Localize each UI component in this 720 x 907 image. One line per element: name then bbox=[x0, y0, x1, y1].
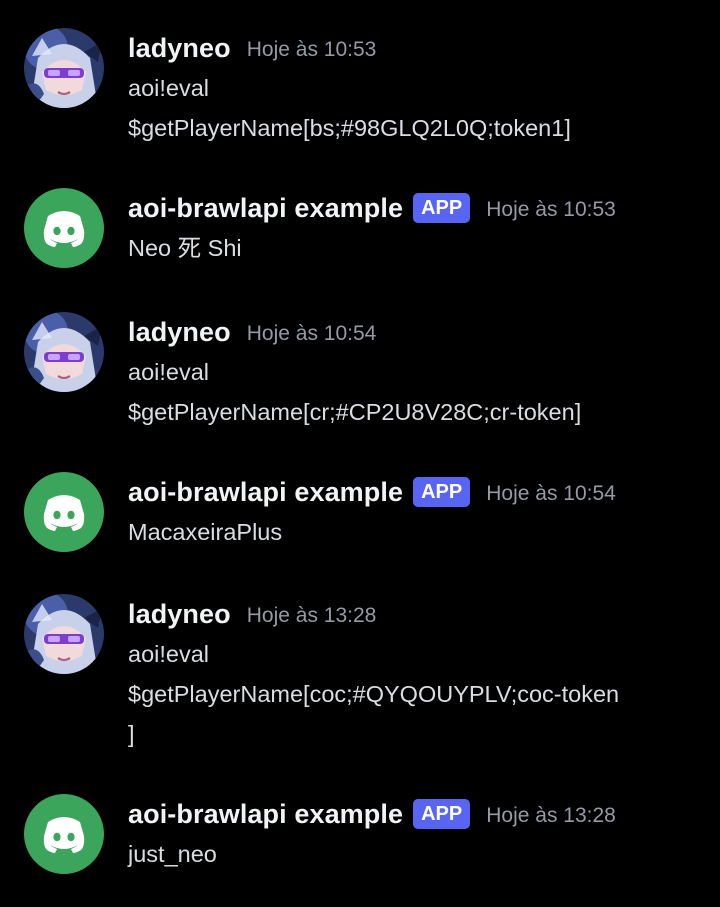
username[interactable]: ladyneo bbox=[128, 317, 231, 348]
message-content: aoi-brawlapi example APP Hoje às 13:28 j… bbox=[128, 794, 712, 874]
message-content: ladyneo Hoje às 10:54 aoi!eval $getPlaye… bbox=[128, 312, 712, 432]
user-avatar[interactable] bbox=[24, 312, 104, 392]
username[interactable]: ladyneo bbox=[128, 599, 231, 630]
app-avatar[interactable] bbox=[24, 472, 104, 552]
timestamp[interactable]: Hoje às 13:28 bbox=[247, 601, 377, 628]
username[interactable]: aoi-brawlapi example bbox=[128, 477, 403, 508]
message-line: $getPlayerName[cr;#CP2U8V28C;cr-token] bbox=[128, 399, 582, 425]
app-badge: APP bbox=[413, 193, 471, 223]
discord-logo-icon bbox=[43, 817, 85, 853]
user-avatar[interactable] bbox=[24, 594, 104, 674]
message-header: ladyneo Hoje às 10:54 bbox=[128, 312, 712, 352]
timestamp[interactable]: Hoje às 10:54 bbox=[486, 479, 616, 506]
message-header: aoi-brawlapi example APP Hoje às 13:28 bbox=[128, 794, 712, 834]
message-line: $getPlayerName[coc;#QYQOUYPLV;coc-token bbox=[128, 681, 620, 707]
message-line: ] bbox=[128, 721, 135, 747]
app-badge: APP bbox=[413, 799, 471, 829]
message-line: just_neo bbox=[128, 841, 217, 867]
message-line: aoi!eval bbox=[128, 641, 209, 667]
message-line: aoi!eval bbox=[128, 75, 209, 101]
timestamp[interactable]: Hoje às 10:54 bbox=[247, 319, 377, 346]
message-content: ladyneo Hoje às 13:28 aoi!eval $getPlaye… bbox=[128, 594, 712, 754]
timestamp[interactable]: Hoje às 10:53 bbox=[247, 35, 377, 62]
user-avatar[interactable] bbox=[24, 28, 104, 108]
username[interactable]: aoi-brawlapi example bbox=[128, 193, 403, 224]
message-line: Neo 死 Shi bbox=[128, 235, 242, 261]
discord-logo-icon bbox=[43, 495, 85, 531]
message-line: aoi!eval bbox=[128, 359, 209, 385]
message-content: aoi-brawlapi example APP Hoje às 10:54 M… bbox=[128, 472, 712, 552]
anime-girl-avatar-icon bbox=[24, 594, 104, 674]
message-header: aoi-brawlapi example APP Hoje às 10:54 bbox=[128, 472, 712, 512]
timestamp[interactable]: Hoje às 13:28 bbox=[486, 801, 616, 828]
message-header: ladyneo Hoje às 13:28 bbox=[128, 594, 712, 634]
message-header: aoi-brawlapi example APP Hoje às 10:53 bbox=[128, 188, 712, 228]
message-line: $getPlayerName[bs;#98GLQ2L0Q;token1] bbox=[128, 115, 571, 141]
username[interactable]: aoi-brawlapi example bbox=[128, 799, 403, 830]
message-content: ladyneo Hoje às 10:53 aoi!eval $getPlaye… bbox=[128, 28, 712, 148]
discord-logo-icon bbox=[43, 211, 85, 247]
chat-message-list: ladyneo Hoje às 10:53 aoi!eval $getPlaye… bbox=[0, 0, 720, 907]
timestamp[interactable]: Hoje às 10:53 bbox=[486, 195, 616, 222]
message-content: aoi-brawlapi example APP Hoje às 10:53 N… bbox=[128, 188, 712, 268]
anime-girl-avatar-icon bbox=[24, 312, 104, 392]
username[interactable]: ladyneo bbox=[128, 33, 231, 64]
app-badge: APP bbox=[413, 477, 471, 507]
message-header: ladyneo Hoje às 10:53 bbox=[128, 28, 712, 68]
app-avatar[interactable] bbox=[24, 188, 104, 268]
anime-girl-avatar-icon bbox=[24, 28, 104, 108]
app-avatar[interactable] bbox=[24, 794, 104, 874]
message-line: MacaxeiraPlus bbox=[128, 519, 283, 545]
